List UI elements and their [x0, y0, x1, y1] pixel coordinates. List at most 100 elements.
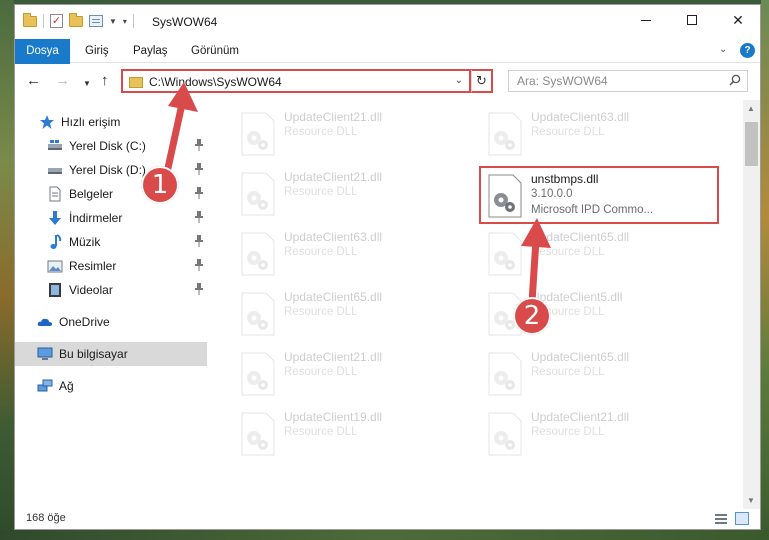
dll-file-icon: [488, 174, 522, 218]
vertical-scrollbar[interactable]: ▲ ▼: [743, 100, 760, 509]
pin-icon[interactable]: [195, 259, 203, 271]
file-name: UpdateClient21.dll: [284, 170, 383, 184]
back-arrow-icon[interactable]: ←: [26, 73, 41, 89]
scroll-up-icon[interactable]: ▲: [747, 104, 755, 113]
tiles-view-icon[interactable]: [735, 512, 749, 525]
list-item[interactable]: UpdateClient21.dll Resource DLL: [234, 166, 474, 224]
scrollbar-thumb[interactable]: [745, 122, 758, 166]
file-name: UpdateClient19.dll: [284, 410, 383, 424]
list-item[interactable]: UpdateClient21.dll Resource DLL: [234, 106, 474, 164]
sidebar-item-onedrive[interactable]: OneDrive: [15, 310, 207, 334]
maximize-button[interactable]: [669, 5, 715, 35]
properties-check-icon[interactable]: ✓: [50, 14, 63, 28]
pin-icon[interactable]: [195, 235, 203, 247]
pin-icon[interactable]: [195, 139, 203, 151]
folder-icon: [23, 12, 37, 27]
list-item[interactable]: UpdateClient63.dll Resource DLL: [481, 106, 721, 164]
chevron-down-icon[interactable]: ▼: [109, 17, 117, 26]
minimize-button[interactable]: [623, 5, 669, 35]
file-description: Resource DLL: [531, 366, 605, 378]
dll-file-icon: [488, 232, 522, 276]
details-view-icon[interactable]: [715, 513, 727, 525]
forward-arrow-icon[interactable]: →: [55, 73, 70, 89]
file-description: Microsoft IPD Commo...: [531, 204, 654, 216]
sidebar-item-local-disk-d[interactable]: Yerel Disk (D:): [15, 158, 207, 182]
sidebar-item-label: Belgeler: [69, 187, 114, 201]
file-name: UpdateClient21.dll: [284, 350, 383, 364]
pin-icon[interactable]: [195, 211, 203, 223]
drive-icon: [48, 140, 62, 150]
step-1-badge: 1: [141, 166, 179, 204]
sidebar-item-music[interactable]: Müzik: [15, 230, 207, 254]
tab-home[interactable]: Giriş: [75, 39, 119, 63]
list-item[interactable]: UpdateClient19.dll Resource DLL: [234, 406, 474, 464]
refresh-icon: ↻: [476, 73, 487, 88]
sidebar-item-downloads[interactable]: İndirmeler: [15, 206, 207, 230]
item-count: 168 öğe: [26, 512, 66, 524]
up-arrow-icon[interactable]: ↑: [101, 73, 109, 89]
file-name: UpdateClient63.dll: [284, 230, 383, 244]
document-icon: [49, 186, 61, 202]
toolbar-divider: [132, 14, 134, 28]
list-item[interactable]: UpdateClient63.dll Resource DLL: [234, 226, 474, 284]
file-description: Resource DLL: [284, 186, 358, 198]
close-button[interactable]: ✕: [715, 5, 761, 35]
sidebar-item-network[interactable]: Ağ: [15, 374, 207, 398]
tab-view[interactable]: Görünüm: [181, 39, 249, 63]
address-path[interactable]: C:\Windows\SysWOW64: [149, 75, 282, 89]
list-item[interactable]: UpdateClient21.dll Resource DLL: [481, 406, 721, 464]
music-icon: [50, 234, 62, 249]
dll-file-icon: [241, 172, 275, 216]
file-name: UpdateClient63.dll: [531, 110, 630, 124]
folder-icon: [129, 77, 143, 88]
window-title: SysWOW64: [152, 15, 218, 29]
pin-icon[interactable]: [195, 163, 203, 175]
list-item[interactable]: UpdateClient65.dll Resource DLL: [234, 286, 474, 344]
pin-icon[interactable]: [195, 187, 203, 199]
list-item[interactable]: UpdateClient65.dll Resource DLL: [481, 346, 721, 404]
dll-file-icon: [241, 112, 275, 156]
desktop-background-right: [761, 0, 769, 540]
sidebar-item-label: Hızlı erişim: [61, 115, 121, 129]
list-item-unstbmps[interactable]: unstbmps.dll 3.10.0.0 Microsoft IPD Comm…: [479, 166, 719, 224]
sidebar-item-this-pc[interactable]: Bu bilgisayar: [15, 342, 207, 366]
scroll-down-icon[interactable]: ▼: [747, 496, 755, 505]
sidebar-item-quick-access[interactable]: Hızlı erişim: [15, 110, 207, 134]
list-item[interactable]: UpdateClient21.dll Resource DLL: [234, 346, 474, 404]
close-icon: ✕: [732, 11, 744, 28]
file-description: Resource DLL: [284, 306, 358, 318]
explorer-window: ✓ ▼ ▾ SysWOW64 ✕ Dosya Giriş Paylaş Görü…: [14, 4, 761, 530]
file-description: Resource DLL: [531, 246, 605, 258]
refresh-button[interactable]: ↻: [471, 69, 493, 93]
maximize-icon: [687, 15, 697, 25]
sidebar-item-label: İndirmeler: [69, 211, 123, 225]
new-folder-icon[interactable]: [69, 12, 83, 27]
file-name: UpdateClient65.dll: [531, 350, 630, 364]
picture-icon: [47, 260, 63, 273]
file-list: UpdateClient21.dll Resource DLL UpdateCl…: [210, 100, 743, 509]
search-input[interactable]: Ara: SysWOW64: [508, 70, 748, 92]
recent-locations-icon[interactable]: ▼: [83, 76, 91, 92]
file-description: Resource DLL: [284, 366, 358, 378]
file-name: UpdateClient65.dll: [531, 230, 630, 244]
download-icon: [49, 211, 61, 225]
file-description: Resource DLL: [284, 246, 358, 258]
star-icon: [40, 115, 54, 129]
tab-share[interactable]: Paylaş: [123, 39, 178, 63]
status-bar: 168 öğe: [15, 509, 760, 529]
address-bar[interactable]: C:\Windows\SysWOW64 ⌄: [121, 69, 471, 93]
file-description: Resource DLL: [531, 126, 605, 138]
customize-toolbar-icon[interactable]: ▾: [123, 17, 127, 26]
expand-ribbon-icon[interactable]: ⌄: [719, 44, 727, 55]
list-item[interactable]: UpdateClient65.dll Resource DLL: [481, 226, 721, 284]
properties-icon[interactable]: [89, 15, 103, 27]
drive-icon: [48, 168, 62, 174]
sidebar-item-pictures[interactable]: Resimler: [15, 254, 207, 278]
help-icon[interactable]: ?: [740, 43, 755, 58]
sidebar-item-local-disk-c[interactable]: Yerel Disk (C:): [15, 134, 207, 158]
sidebar-item-videos[interactable]: Videolar: [15, 278, 207, 302]
pin-icon[interactable]: [195, 283, 203, 295]
search-icon[interactable]: [729, 74, 741, 86]
chevron-down-icon[interactable]: ⌄: [455, 75, 463, 86]
dll-file-icon: [241, 352, 275, 396]
